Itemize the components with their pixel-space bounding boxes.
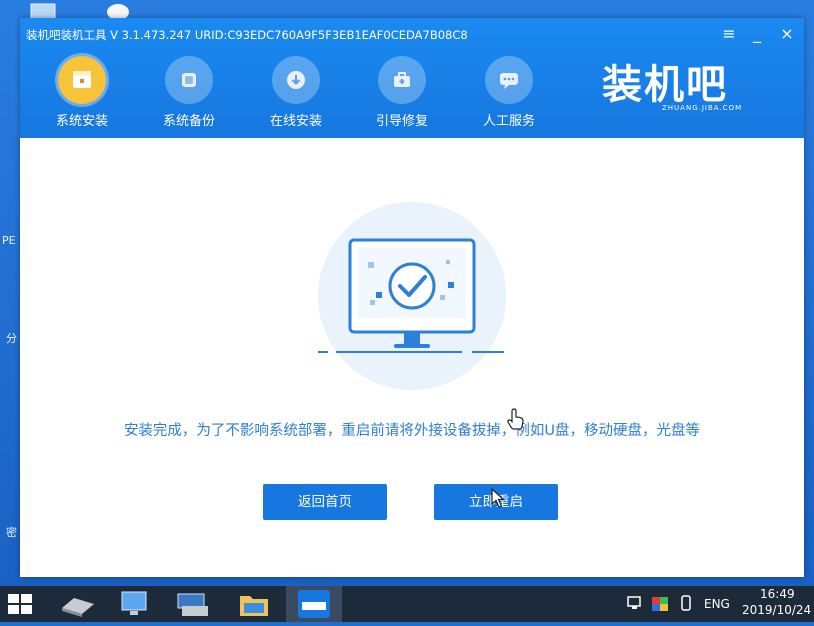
return-home-button[interactable]: 返回首页 <box>263 484 387 520</box>
logo-domain: ZHUANG.JIBA.COM <box>662 104 743 112</box>
nav-label: 系统备份 <box>162 114 215 129</box>
desktop-label-mi: 密 <box>6 526 17 539</box>
title-bar: 装机吧装机工具 V 3.1.473.247 URID:C93EDC760A9F5… <box>20 18 804 138</box>
download-icon <box>272 56 320 104</box>
brand-logo: 装机吧 ZHUANG.JIBA.COM <box>602 52 762 122</box>
windows-logo-icon <box>8 594 32 614</box>
taskbar-computer-icon[interactable] <box>112 586 156 622</box>
hand-cursor-icon <box>507 408 524 430</box>
taskbar-folder-icon[interactable] <box>232 586 276 622</box>
menu-button[interactable]: ≡ <box>718 24 740 44</box>
nav-label: 人工服务 <box>482 114 535 129</box>
desktop-label-fen: 分 <box>6 332 17 345</box>
nav-system-install[interactable]: 系统安装 <box>42 56 122 132</box>
taskbar-drive-icon[interactable] <box>56 586 100 622</box>
arrow-cursor-icon <box>491 488 505 508</box>
toolbox-icon <box>378 56 426 104</box>
system-install-icon <box>58 56 106 104</box>
taskbar-installer-app[interactable] <box>286 586 342 622</box>
taskbar-network-icon[interactable] <box>170 586 214 622</box>
installer-app-icon <box>298 590 330 618</box>
nav-boot-repair[interactable]: 引导修复 <box>362 56 442 132</box>
start-button[interactable] <box>0 586 42 622</box>
installer-window: 装机吧装机工具 V 3.1.473.247 URID:C93EDC760A9F5… <box>20 18 804 577</box>
window-title: 装机吧装机工具 V 3.1.473.247 URID:C93EDC760A9F5… <box>26 28 468 42</box>
clock-date[interactable]: 2019/10/24 <box>742 603 811 617</box>
network-tray-icon[interactable] <box>626 594 646 614</box>
language-indicator[interactable]: ENG <box>704 597 730 611</box>
nav-system-backup[interactable]: 系统备份 <box>149 56 229 132</box>
clock-time[interactable]: 16:49 <box>760 587 795 601</box>
taskbar: ENG 16:49 2019/10/24 <box>0 586 814 622</box>
nav-label: 系统安装 <box>55 114 108 129</box>
install-complete-illustration <box>316 200 508 392</box>
content-area: 安装完成，为了不影响系统部署，重启前请将外接设备拔掉，例如U盘，移动硬盘，光盘等… <box>20 138 804 577</box>
nav-online-install[interactable]: 在线安装 <box>256 56 336 132</box>
desktop-label-pe: PE <box>2 234 16 247</box>
nav-label: 引导修复 <box>375 114 428 129</box>
nav-label: 在线安装 <box>269 114 322 129</box>
nav-manual-service[interactable]: 人工服务 <box>469 56 549 132</box>
color-tray-icon[interactable] <box>650 594 670 614</box>
logo-text: 装机吧 <box>602 61 728 108</box>
usb-tray-icon[interactable] <box>678 594 694 614</box>
completion-message: 安装完成，为了不影响系统部署，重启前请将外接设备拔掉，例如U盘，移动硬盘，光盘等 <box>123 423 701 439</box>
chat-icon <box>485 56 533 104</box>
close-button[interactable]: × <box>776 24 798 44</box>
minimize-button[interactable]: _ <box>746 24 768 44</box>
backup-icon <box>165 56 213 104</box>
